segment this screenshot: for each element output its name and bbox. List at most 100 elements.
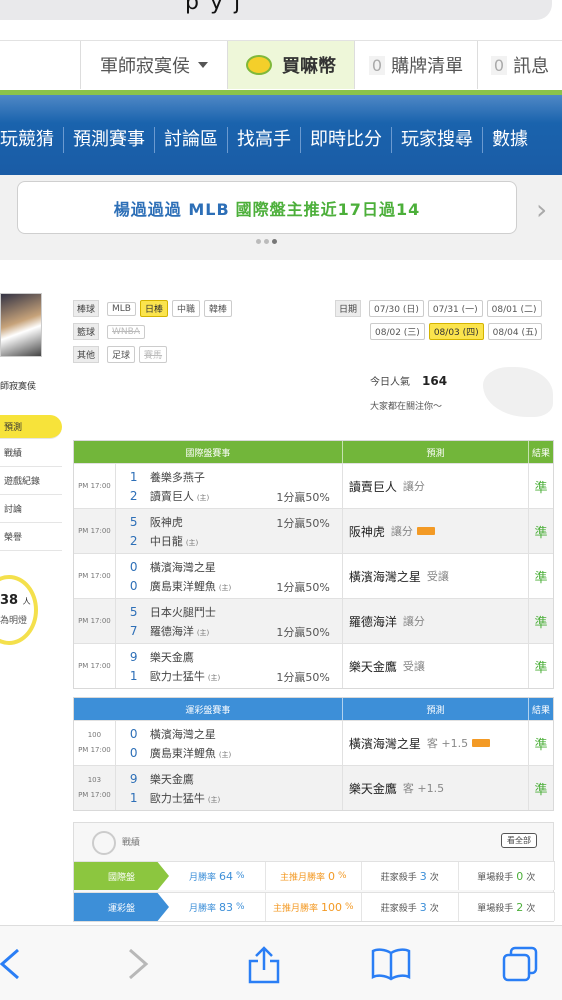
header-prediction: 預測 (343, 698, 530, 720)
pager-dot-active[interactable] (272, 239, 277, 244)
target-icon (92, 831, 116, 855)
date-chip[interactable]: 08/04 (五) (487, 323, 543, 340)
bookmarks-icon[interactable] (371, 944, 411, 984)
avatar[interactable] (0, 293, 42, 357)
user-menu-button[interactable]: 軍師寂寞侯 (80, 41, 227, 89)
nav-item-guess[interactable]: 玩競猜 (0, 127, 64, 153)
chip-soccer[interactable]: 足球 (107, 346, 136, 363)
buy-coins-button[interactable]: 買嘛幣 (227, 41, 354, 89)
main-pick-win-rate-label: 主推月勝率 (279, 872, 325, 883)
date-chip[interactable]: 08/02 (三) (370, 323, 425, 340)
date-label: 日期 (335, 300, 362, 317)
sidebar-item-game-history[interactable]: 遊戲紀錄 (0, 467, 62, 495)
record-row: 國際盤 月勝率 64% 主推月勝率 0% 莊家殺手 3 次單場殺手 0 次 (74, 861, 555, 890)
home-team: 2 中日龍 (主) (130, 533, 198, 549)
prediction-cell: 橫濱海灣之星客 +1.5 (343, 721, 530, 765)
other-label: 其他 (73, 346, 100, 363)
chip-mlb[interactable]: MLB (107, 301, 136, 316)
away-team: 5 阪神虎 (130, 514, 183, 530)
buy-list-button[interactable]: 0 購牌清單 (354, 41, 477, 89)
today-popularity: 今日人氣 164 (370, 373, 447, 388)
chip-npb[interactable]: 日棒 (139, 300, 168, 317)
header-prediction: 預測 (343, 441, 530, 463)
match-code: 100 (87, 731, 102, 739)
match-time: 100 PM 17:00 (74, 721, 116, 765)
match-cell: 9 樂天金鷹 1 歐力士猛牛 (主) 1分贏50% (116, 644, 343, 688)
match-cell: 0 橫濱海灣之星 0 廣島東洋鯉魚 (主) 1分贏50% (116, 554, 343, 598)
intl-table-body: PM 17:00 1 養樂多燕子 2 讀賣巨人 (主) 1分贏50% 讀賣巨人 讓分準 PM 17… (74, 463, 553, 688)
host-mark: (主) (196, 629, 210, 637)
result-mark: 準 (534, 737, 548, 753)
pager-dot[interactable] (264, 239, 269, 244)
sidebar-item-record[interactable]: 戰績 (0, 439, 62, 467)
tabs-icon[interactable] (500, 944, 540, 984)
nav-item-live-score[interactable]: 即時比分 (301, 127, 392, 153)
main-pick-win-rate-unit: % (337, 871, 347, 881)
away-team: 5 日本火腿鬥士 (130, 604, 216, 620)
single-killer-value: 0 (516, 869, 524, 883)
forward-icon[interactable] (118, 944, 158, 984)
match-time: PM 17:00 (74, 644, 116, 688)
lottery-table-body: 100 PM 17:00 0 橫濱海灣之星 0 廣島東洋鯉魚 (主) 橫濱海灣之星客 +1.5… (74, 720, 553, 810)
popularity-subtext: 大家都在關注你～ (370, 402, 443, 412)
messages-button[interactable]: 0 訊息 (477, 41, 562, 89)
single-killer-label: 單場殺手 (477, 903, 514, 914)
chip-cpbl[interactable]: 中職 (172, 300, 201, 317)
back-icon[interactable] (0, 944, 30, 984)
sidebar-item-discuss[interactable]: 討論 (0, 495, 62, 523)
prediction-cell: 阪神虎 讓分 (343, 509, 530, 553)
away-team: 0 橫濱海灣之星 (130, 726, 216, 742)
single-killer: 單場殺手 2 次 (459, 893, 555, 921)
home-team: 1 歐力士猛牛 (主) (130, 790, 220, 806)
table-row[interactable]: 103 PM 17:00 9 樂天金鷹 1 歐力士猛牛 (主) 樂天金鷹客 +1.5 準 (74, 765, 553, 810)
nav-item-forum[interactable]: 討論區 (155, 127, 228, 153)
prediction-cell: 橫濱海灣之星 受讓 (343, 554, 530, 598)
away-name: 日本火腿鬥士 (149, 606, 216, 619)
promo-banner[interactable]: 楊過過過 MLB 國際盤主推近17日過14 (17, 181, 517, 234)
sidebar-item-honor[interactable]: 榮譽 (0, 523, 62, 551)
nav-item-experts[interactable]: 找高手 (228, 127, 301, 153)
prediction-team: 橫濱海灣之星 (348, 569, 421, 584)
home-number: 0 (129, 579, 138, 593)
away-name: 養樂多燕子 (149, 471, 205, 484)
table-row[interactable]: PM 17:00 1 養樂多燕子 2 讀賣巨人 (主) 1分贏50% 讀賣巨人 讓分準 (74, 463, 553, 508)
table-row[interactable]: PM 17:00 9 樂天金鷹 1 歐力士猛牛 (主) 1分贏50% 樂天金鷹 受讓準 (74, 643, 553, 688)
date-row-1: 日期 07/30 (日) 07/31 (一) 08/01 (二) (335, 300, 542, 317)
url-text: p y j (185, 0, 243, 15)
browser-url-bar[interactable]: p y j (0, 0, 552, 20)
prediction-cell: 讀賣巨人 讓分 (343, 464, 530, 508)
result-mark: 準 (534, 782, 548, 798)
table-row[interactable]: PM 17:00 5 日本火腿鬥士 7 羅德海洋 (主) 1分贏50% 羅德海洋 讓分準 (74, 598, 553, 643)
prediction-team: 樂天金鷹 (348, 659, 397, 674)
header-result: 結果 (532, 448, 551, 459)
date-chip[interactable]: 07/30 (日) (369, 300, 424, 317)
record-summary: 戰績 看全部 國際盤 月勝率 64% 主推月勝率 0% 莊家殺手 3 次單場殺手 0 次運彩盤 月勝… (73, 822, 555, 922)
table-row[interactable]: PM 17:00 5 阪神虎 2 中日龍 (主) 1分贏50% 阪神虎 讓分準 (74, 508, 553, 553)
match-time: PM 17:00 (74, 464, 116, 508)
chip-kbo[interactable]: 韓棒 (204, 300, 233, 317)
nav-item-predict[interactable]: 預測賽事 (64, 127, 155, 153)
nav-item-player-search[interactable]: 玩家搜尋 (392, 127, 483, 153)
table-row[interactable]: PM 17:00 0 橫濱海灣之星 0 廣島東洋鯉魚 (主) 1分贏50% 橫濱海灣之星 受讓準 (74, 553, 553, 598)
view-all-button[interactable]: 看全部 (501, 833, 537, 848)
prediction-team: 讀賣巨人 (348, 479, 397, 494)
prediction-cell: 羅德海洋 讓分 (343, 599, 530, 643)
monthly-win-rate-unit: % (235, 902, 245, 912)
date-chip[interactable]: 07/31 (一) (427, 300, 483, 317)
chevron-right-icon[interactable]: › (536, 193, 547, 226)
prediction-type: 客 +1.5 (426, 737, 469, 750)
date-chip[interactable]: 08/01 (二) (486, 300, 542, 317)
date-chip-selected[interactable]: 08/03 (四) (428, 323, 484, 340)
pager-dot[interactable] (256, 239, 261, 244)
sidebar-item-predict[interactable]: 預測 (0, 415, 62, 439)
away-name: 橫濱海灣之星 (149, 728, 216, 741)
header-result: 結果 (532, 705, 551, 716)
messages-label: 訊息 (513, 56, 550, 77)
table-row[interactable]: 100 PM 17:00 0 橫濱海灣之星 0 廣島東洋鯉魚 (主) 橫濱海灣之星客 +1.5… (74, 720, 553, 765)
host-mark: (主) (196, 494, 210, 502)
match-time: 103 PM 17:00 (74, 766, 116, 810)
away-name: 橫濱海灣之星 (149, 561, 216, 574)
match-cell: 9 樂天金鷹 1 歐力士猛牛 (主) (116, 766, 343, 810)
nav-item-data[interactable]: 數據 (483, 127, 537, 153)
share-icon[interactable] (244, 944, 284, 984)
